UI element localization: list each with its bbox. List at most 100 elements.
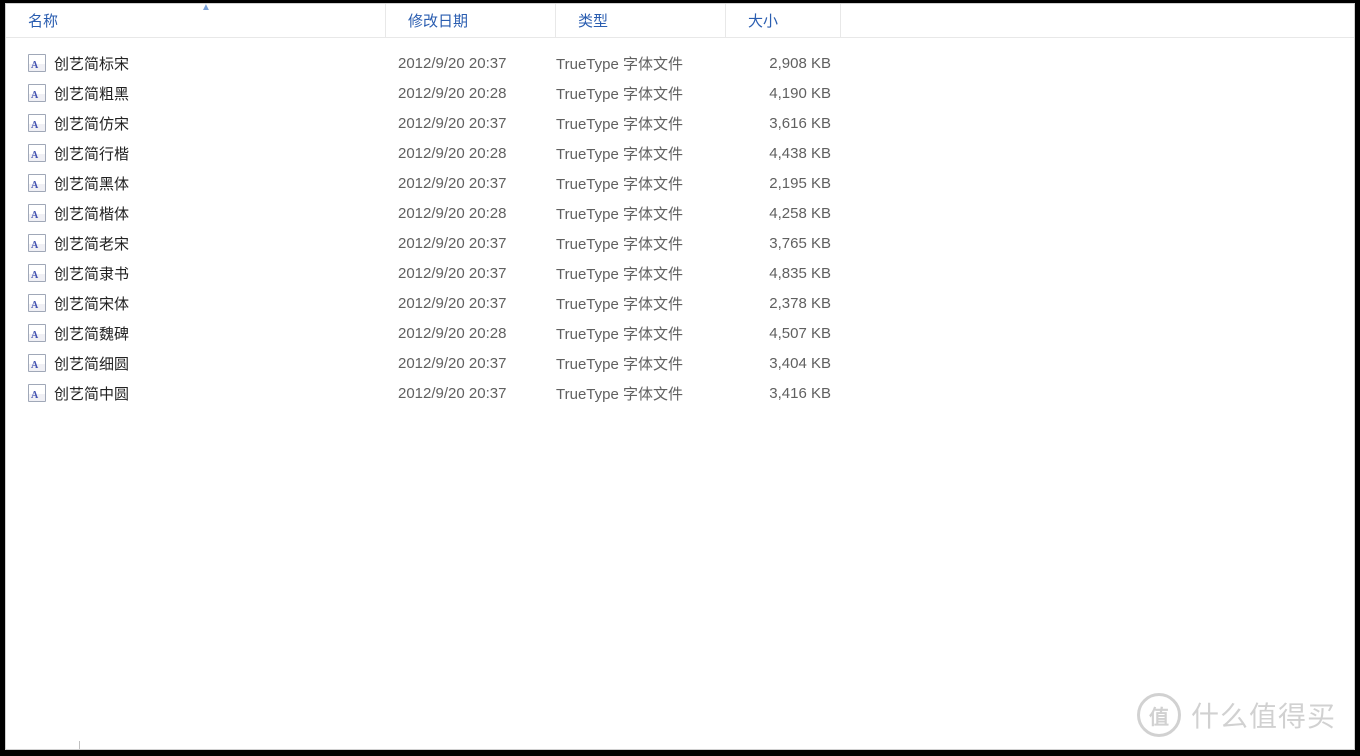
- file-date-cell: 2012/9/20 20:28: [386, 145, 556, 162]
- font-file-icon: [28, 324, 46, 342]
- file-date-cell: 2012/9/20 20:28: [386, 85, 556, 102]
- file-date-cell: 2012/9/20 20:37: [386, 175, 556, 192]
- column-header-name-label: 名称: [28, 10, 58, 31]
- file-row[interactable]: 创艺简魏碑 2012/9/20 20:28TrueType 字体文件4,507 K…: [6, 318, 1354, 348]
- file-size-cell: 4,835 KB: [726, 265, 841, 282]
- font-file-icon: [28, 174, 46, 192]
- file-date-cell: 2012/9/20 20:37: [386, 115, 556, 132]
- font-file-icon: [28, 204, 46, 222]
- font-file-icon: [28, 234, 46, 252]
- file-name-label: 创艺简细圆: [54, 353, 129, 374]
- file-type-cell: TrueType 字体文件: [556, 263, 726, 284]
- file-type-cell: TrueType 字体文件: [556, 53, 726, 74]
- file-date-cell: 2012/9/20 20:37: [386, 385, 556, 402]
- file-type-cell: TrueType 字体文件: [556, 323, 726, 344]
- file-size-cell: 3,404 KB: [726, 355, 841, 372]
- sort-ascending-icon: ▲: [201, 2, 211, 13]
- watermark-badge-icon: 值: [1137, 693, 1181, 737]
- file-name-label: 创艺简行楷: [54, 143, 129, 164]
- font-file-icon: [28, 144, 46, 162]
- file-date-cell: 2012/9/20 20:37: [386, 355, 556, 372]
- file-name-cell: 创艺简隶书: [6, 263, 386, 284]
- column-header-size-label: 大小: [748, 10, 778, 31]
- font-file-icon: [28, 264, 46, 282]
- file-name-cell: 创艺简魏碑: [6, 323, 386, 344]
- file-name-label: 创艺简粗黑: [54, 83, 129, 104]
- file-row[interactable]: 创艺简粗黑 2012/9/20 20:28TrueType 字体文件4,190 K…: [6, 78, 1354, 108]
- file-size-cell: 3,765 KB: [726, 235, 841, 252]
- font-file-icon: [28, 54, 46, 72]
- file-explorer-window: 名称 ▲ 修改日期 类型 大小 创艺简标宋2012/9/20 20:37True…: [5, 3, 1355, 750]
- column-header-date-label: 修改日期: [408, 10, 468, 31]
- file-name-label: 创艺简中圆: [54, 383, 129, 404]
- watermark-text: 什么值得买: [1191, 695, 1336, 735]
- file-size-cell: 2,378 KB: [726, 295, 841, 312]
- file-size-cell: 4,258 KB: [726, 205, 841, 222]
- file-name-cell: 创艺简宋体: [6, 293, 386, 314]
- file-type-cell: TrueType 字体文件: [556, 113, 726, 134]
- file-type-cell: TrueType 字体文件: [556, 293, 726, 314]
- file-row[interactable]: 创艺简标宋 2012/9/20 20:37TrueType 字体文件2,908 K…: [6, 48, 1354, 78]
- file-date-cell: 2012/9/20 20:37: [386, 295, 556, 312]
- file-date-cell: 2012/9/20 20:28: [386, 325, 556, 342]
- font-file-icon: [28, 114, 46, 132]
- file-size-cell: 3,616 KB: [726, 115, 841, 132]
- file-row[interactable]: 创艺简楷体 2012/9/20 20:28TrueType 字体文件4,258 K…: [6, 198, 1354, 228]
- file-size-cell: 2,195 KB: [726, 175, 841, 192]
- file-row[interactable]: 创艺简宋体 2012/9/20 20:37TrueType 字体文件2,378 K…: [6, 288, 1354, 318]
- file-row[interactable]: 创艺简老宋 2012/9/20 20:37TrueType 字体文件3,765 K…: [6, 228, 1354, 258]
- file-type-cell: TrueType 字体文件: [556, 353, 726, 374]
- watermark: 值 什么值得买: [1137, 693, 1336, 737]
- file-name-cell: 创艺简粗黑: [6, 83, 386, 104]
- column-header-date[interactable]: 修改日期: [386, 4, 556, 37]
- file-name-cell: 创艺简楷体: [6, 203, 386, 224]
- file-size-cell: 3,416 KB: [726, 385, 841, 402]
- file-size-cell: 4,507 KB: [726, 325, 841, 342]
- file-date-cell: 2012/9/20 20:37: [386, 55, 556, 72]
- file-name-label: 创艺简楷体: [54, 203, 129, 224]
- font-file-icon: [28, 384, 46, 402]
- file-name-cell: 创艺简黑体: [6, 173, 386, 194]
- file-name-cell: 创艺简细圆: [6, 353, 386, 374]
- file-name-label: 创艺简宋体: [54, 293, 129, 314]
- file-name-label: 创艺简黑体: [54, 173, 129, 194]
- file-list: 创艺简标宋2012/9/20 20:37TrueType 字体文件2,908 K…: [6, 38, 1354, 408]
- file-type-cell: TrueType 字体文件: [556, 203, 726, 224]
- file-name-label: 创艺简标宋: [54, 53, 129, 74]
- file-name-cell: 创艺简中圆: [6, 383, 386, 404]
- column-header-type-label: 类型: [578, 10, 608, 31]
- file-row[interactable]: 创艺简隶书2012/9/20 20:37TrueType 字体文件4,835 K…: [6, 258, 1354, 288]
- file-type-cell: TrueType 字体文件: [556, 173, 726, 194]
- file-row[interactable]: 创艺简中圆 2012/9/20 20:37TrueType 字体文件3,416 K…: [6, 378, 1354, 408]
- watermark-badge-text: 值: [1149, 701, 1169, 730]
- file-name-cell: 创艺简行楷: [6, 143, 386, 164]
- file-row[interactable]: 创艺简细圆 2012/9/20 20:37TrueType 字体文件3,404 K…: [6, 348, 1354, 378]
- file-name-label: 创艺简老宋: [54, 233, 129, 254]
- file-type-cell: TrueType 字体文件: [556, 83, 726, 104]
- file-name-cell: 创艺简仿宋: [6, 113, 386, 134]
- file-name-label: 创艺简隶书: [54, 263, 129, 284]
- file-type-cell: TrueType 字体文件: [556, 143, 726, 164]
- file-size-cell: 4,438 KB: [726, 145, 841, 162]
- column-header-name[interactable]: 名称 ▲: [6, 4, 386, 37]
- file-row[interactable]: 创艺简仿宋 2012/9/20 20:37TrueType 字体文件3,616 K…: [6, 108, 1354, 138]
- font-file-icon: [28, 354, 46, 372]
- file-type-cell: TrueType 字体文件: [556, 233, 726, 254]
- column-header-type[interactable]: 类型: [556, 4, 726, 37]
- font-file-icon: [28, 294, 46, 312]
- file-type-cell: TrueType 字体文件: [556, 383, 726, 404]
- file-row[interactable]: 创艺简行楷 2012/9/20 20:28TrueType 字体文件4,438 K…: [6, 138, 1354, 168]
- file-name-label: 创艺简魏碑: [54, 323, 129, 344]
- font-file-icon: [28, 84, 46, 102]
- file-name-cell: 创艺简标宋: [6, 53, 386, 74]
- file-date-cell: 2012/9/20 20:28: [386, 205, 556, 222]
- file-name-label: 创艺简仿宋: [54, 113, 129, 134]
- file-name-cell: 创艺简老宋: [6, 233, 386, 254]
- column-header-size[interactable]: 大小: [726, 4, 841, 37]
- file-size-cell: 2,908 KB: [726, 55, 841, 72]
- file-date-cell: 2012/9/20 20:37: [386, 235, 556, 252]
- column-header-row: 名称 ▲ 修改日期 类型 大小: [6, 4, 1354, 38]
- file-size-cell: 4,190 KB: [726, 85, 841, 102]
- file-row[interactable]: 创艺简黑体 2012/9/20 20:37TrueType 字体文件2,195 K…: [6, 168, 1354, 198]
- divider-tick: [79, 741, 80, 749]
